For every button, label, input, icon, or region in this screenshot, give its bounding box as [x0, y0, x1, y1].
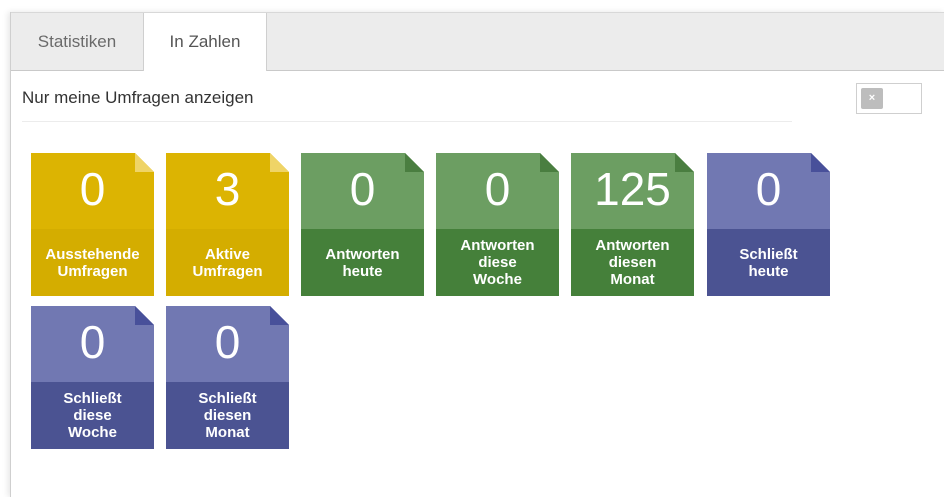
- tile-closing-today[interactable]: 0 Schließt heute: [707, 153, 830, 296]
- tile-value: 0: [349, 163, 376, 215]
- tile-label: Antworten heute: [325, 245, 400, 280]
- tile-responses-today[interactable]: 0 Antworten heute: [301, 153, 424, 296]
- tab-statistiken[interactable]: Statistiken: [11, 13, 143, 70]
- tile-responses-this-week[interactable]: 0 Antworten diese Woche: [436, 153, 559, 296]
- tile-label: Schließt diese Woche: [63, 390, 122, 441]
- tile-pending-surveys[interactable]: 0 Ausstehende Umfragen: [31, 153, 154, 296]
- filter-label: Nur meine Umfragen anzeigen: [22, 88, 254, 107]
- tile-closing-this-week[interactable]: 0 Schließt diese Woche: [31, 306, 154, 449]
- tile-value: 0: [214, 316, 241, 368]
- tile-label: Antworten diese Woche: [460, 237, 535, 288]
- tile-label: Ausstehende Umfragen: [45, 245, 140, 280]
- tile-value: 0: [484, 163, 511, 215]
- tile-label: Aktive Umfragen: [192, 245, 263, 280]
- tile-label: Antworten diesen Monat: [595, 237, 670, 288]
- tile-value: 0: [79, 163, 106, 215]
- tile-closing-this-month[interactable]: 0 Schließt diesen Monat: [166, 306, 289, 449]
- close-icon: ×: [861, 88, 883, 109]
- tile-value: 0: [79, 316, 106, 368]
- tab-in-zahlen[interactable]: In Zahlen: [143, 13, 267, 71]
- tile-value: 0: [755, 163, 782, 215]
- tile-label: Schließt diesen Monat: [198, 390, 257, 441]
- tile-value: 125: [594, 163, 671, 215]
- divider: [22, 121, 792, 122]
- tab-bar: Statistiken In Zahlen: [11, 12, 944, 71]
- tile-responses-this-month[interactable]: 125 Antworten diesen Monat: [571, 153, 694, 296]
- tile-value: 3: [214, 163, 241, 215]
- tile-active-surveys[interactable]: 3 Aktive Umfragen: [166, 153, 289, 296]
- tile-label: Schließt heute: [739, 245, 798, 280]
- only-my-surveys-toggle[interactable]: ×: [856, 83, 922, 114]
